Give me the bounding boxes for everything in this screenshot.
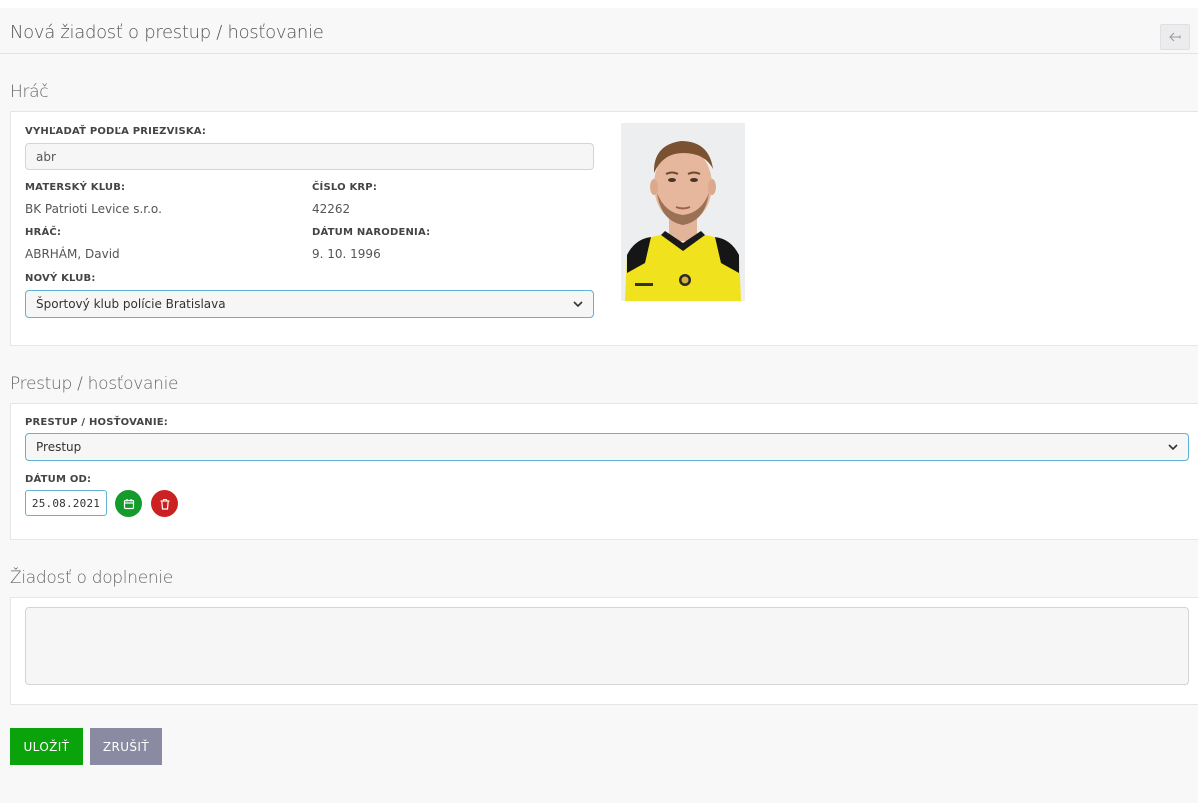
page-header: Nová žiadosť o prestup / hosťovanie bbox=[0, 8, 1198, 54]
transfer-panel: PRESTUP / HOSŤOVANIE: Prestup DÁTUM OD: … bbox=[10, 403, 1198, 540]
new-club-select[interactable]: Športový klub polície Bratislava bbox=[25, 290, 594, 318]
search-label: VYHĽADAŤ PODĽA PRIEZVISKA: bbox=[25, 126, 207, 137]
section-title-player: Hráč bbox=[10, 82, 49, 102]
player-label: HRÁČ: bbox=[25, 227, 62, 238]
player-value: ABRHÁM, David bbox=[25, 247, 120, 261]
trash-icon bbox=[160, 498, 169, 510]
section-title-transfer: Prestup / hosťovanie bbox=[10, 374, 179, 394]
chevron-down-icon bbox=[573, 300, 583, 307]
page-title: Nová žiadosť o prestup / hosťovanie bbox=[10, 22, 324, 43]
krp-value: 42262 bbox=[312, 202, 351, 216]
top-strip bbox=[0, 0, 1198, 8]
transfer-type-label: PRESTUP / HOSŤOVANIE: bbox=[25, 417, 168, 428]
transfer-type-selected: Prestup bbox=[36, 440, 82, 454]
request-panel bbox=[10, 597, 1198, 705]
back-button[interactable] bbox=[1160, 24, 1190, 50]
save-button[interactable]: ULOŽIŤ bbox=[10, 728, 83, 765]
birth-date-value: 9. 10. 1996 bbox=[312, 247, 381, 261]
birth-date-label: DÁTUM NARODENIA: bbox=[312, 227, 431, 238]
delete-date-button[interactable] bbox=[151, 490, 178, 517]
krp-label: ČÍSLO KRP: bbox=[312, 182, 378, 193]
player-photo bbox=[621, 123, 745, 301]
cancel-button[interactable]: ZRUŠIŤ bbox=[90, 728, 162, 765]
section-title-request: Žiadosť o doplnenie bbox=[10, 568, 173, 588]
chevron-down-icon bbox=[1168, 443, 1178, 450]
surname-search-value: abr bbox=[36, 149, 56, 164]
calendar-button[interactable] bbox=[115, 490, 142, 517]
date-from-input[interactable]: 25.08.2021 bbox=[25, 490, 107, 516]
home-club-value: BK Patrioti Levice s.r.o. bbox=[25, 202, 162, 216]
player-panel: VYHĽADAŤ PODĽA PRIEZVISKA: abr MATERSKÝ … bbox=[10, 111, 1198, 346]
request-textarea[interactable] bbox=[25, 607, 1189, 685]
new-club-label: NOVÝ KLUB: bbox=[25, 273, 96, 284]
back-arrow-icon bbox=[1169, 32, 1181, 42]
calendar-icon bbox=[123, 498, 134, 509]
new-club-selected: Športový klub polície Bratislava bbox=[36, 297, 226, 311]
home-club-label: MATERSKÝ KLUB: bbox=[25, 182, 126, 193]
transfer-type-select[interactable]: Prestup bbox=[25, 433, 1189, 461]
date-from-label: DÁTUM OD: bbox=[25, 474, 92, 485]
surname-search-input[interactable]: abr bbox=[25, 143, 594, 170]
date-from-value: 25.08.2021 bbox=[31, 496, 101, 510]
